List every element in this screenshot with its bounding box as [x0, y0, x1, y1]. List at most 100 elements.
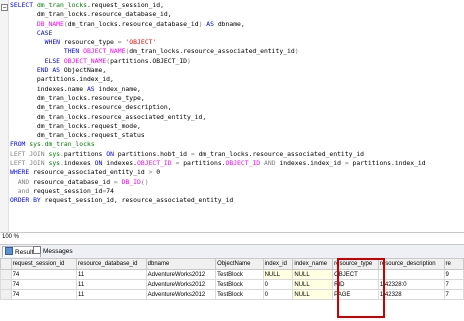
code-line[interactable]: dm_tran_locks.request_mode, [10, 122, 426, 131]
column-header[interactable]: resource_description [377, 258, 445, 270]
collapse-toggle-icon[interactable]: − [1, 4, 8, 11]
column-header[interactable]: resource_type [332, 258, 379, 270]
column-header[interactable]: re [443, 258, 464, 270]
splitter[interactable] [0, 232, 464, 233]
table-cell[interactable]: RID [332, 279, 379, 290]
code-token: partitions.index_id, [10, 75, 114, 84]
table-cell[interactable]: 11 [76, 289, 147, 300]
editor-gutter: − [0, 0, 9, 232]
code-line[interactable]: ELSE OBJECT_NAME(partitions.OBJECT_ID) [10, 57, 426, 66]
code-line[interactable]: ORDER BY request_session_id, resource_as… [10, 196, 426, 205]
table-cell[interactable]: 1:42328 [377, 289, 445, 300]
code-token: ELSE [10, 56, 64, 65]
table-cell[interactable]: TestBlock [215, 289, 264, 300]
table-cell[interactable]: 7 [443, 279, 464, 290]
code-token: dm_tran_locks.request_status [10, 131, 145, 140]
table-cell[interactable]: AdventureWorks2012 [145, 269, 217, 280]
code-token: partitions [63, 149, 107, 158]
grid-corner[interactable] [0, 258, 12, 270]
code-line[interactable]: and request_session_id=74 [10, 187, 426, 196]
code-line[interactable]: FROM sys.dm_tran_locks [10, 140, 426, 149]
table-cell[interactable]: AdventureWorks2012 [145, 279, 217, 290]
row-header[interactable] [0, 289, 12, 300]
table-row[interactable]: 74 11 AdventureWorks2012 TestBlock 0 NULL PAGE… [0, 289, 464, 300]
table-cell[interactable]: 7 [443, 289, 464, 300]
grid-header-row: request_session_id resource_database_id … [0, 258, 464, 270]
code-token: dm_tran_locks.resource_database_id [67, 19, 199, 28]
code-line[interactable]: END AS ObjectName, [10, 66, 426, 75]
column-header[interactable]: ObjectName [215, 258, 264, 270]
code-line[interactable]: partitions.index_id, [10, 75, 426, 84]
code-line[interactable]: WHERE resource_associated_entity_id > 0 [10, 168, 426, 177]
table-row[interactable]: 74 11 AdventureWorks2012 TestBlock NULL NULL O… [0, 269, 464, 280]
query-editor[interactable]: − SELECT dm_tran_locks.request_session_i… [0, 0, 464, 232]
code-line[interactable]: dm_tran_locks.resource_description, [10, 103, 426, 112]
table-cell[interactable]: NULL [292, 289, 334, 300]
code-line[interactable]: dm_tran_locks.resource_associated_entity… [10, 113, 426, 122]
code-token: OBJECT_NAME [83, 47, 126, 56]
code-token: = [190, 149, 199, 158]
code-line[interactable]: CASE [10, 29, 426, 38]
code-token: ) [294, 47, 299, 56]
code-line[interactable]: indexes.name AS index_name, [10, 85, 426, 94]
table-cell[interactable]: TestBlock [215, 279, 264, 290]
column-header[interactable]: dbname [145, 258, 217, 270]
code-line[interactable]: DB_NAME(dm_tran_locks.resource_database_… [10, 20, 426, 29]
table-cell[interactable]: 9 [443, 269, 464, 280]
code-token: () [140, 177, 149, 186]
table-cell[interactable]: AdventureWorks2012 [145, 289, 217, 300]
table-cell[interactable]: 74 [10, 289, 78, 300]
code-line[interactable]: LEFT JOIN sys.partitions ON partitions.h… [10, 150, 426, 159]
code-line[interactable]: dm_tran_locks.resource_type, [10, 94, 426, 103]
table-cell[interactable]: NULL [292, 269, 334, 280]
row-header[interactable] [0, 269, 12, 280]
code-token: ORDER BY [10, 196, 45, 205]
code-token: END AS [10, 66, 64, 75]
table-cell[interactable]: 0 [262, 279, 294, 290]
table-cell[interactable]: 74 [10, 279, 78, 290]
table-row[interactable]: 74 11 AdventureWorks2012 TestBlock 0 NULL RID 1… [0, 279, 464, 290]
table-cell[interactable]: 74 [10, 269, 78, 280]
column-header[interactable]: request_session_id [10, 258, 78, 270]
code-token: resource_database_id [33, 177, 114, 186]
code-token: OBJECT_ID [225, 159, 264, 168]
code-line[interactable]: LEFT JOIN sys.indexes ON indexes.OBJECT_… [10, 159, 426, 168]
code-line[interactable]: WHEN resource_type = 'OBJECT' [10, 38, 426, 47]
code-token: indexes.name [10, 84, 87, 93]
sql-code[interactable]: SELECT dm_tran_locks.request_session_id,… [10, 1, 426, 206]
code-token: 'OBJECT' [125, 38, 157, 47]
code-token: and [10, 186, 34, 195]
code-line[interactable]: THEN OBJECT_NAME(dm_tran_locks.resource_… [10, 47, 426, 56]
code-line[interactable]: dm_tran_locks.resource_database_id, [10, 10, 426, 19]
table-cell[interactable]: TestBlock [215, 269, 264, 280]
code-line[interactable]: dm_tran_locks.request_status [10, 131, 426, 140]
code-token: dm_tran_locks.resource_type, [10, 93, 145, 102]
code-token: OBJECT_ID [137, 159, 176, 168]
code-token: request_session_id, resource_associated_… [44, 196, 234, 205]
row-header[interactable] [0, 279, 12, 290]
table-cell[interactable]: NULL [292, 279, 334, 290]
code-token: 74 [106, 186, 114, 195]
column-header[interactable]: resource_database_id [76, 258, 147, 270]
column-header[interactable]: index_name [292, 258, 334, 270]
table-cell[interactable]: 11 [76, 279, 147, 290]
table-cell[interactable] [377, 269, 445, 280]
code-token: indexes [63, 159, 95, 168]
code-token: ) [187, 56, 191, 65]
code-line[interactable]: SELECT dm_tran_locks.request_session_id, [10, 1, 426, 10]
code-token: 0 [156, 168, 161, 177]
table-cell[interactable]: 0 [262, 289, 294, 300]
tab-messages[interactable]: Messages [31, 246, 76, 256]
table-cell[interactable]: PAGE [332, 289, 379, 300]
table-cell[interactable]: 1:42328:0 [377, 279, 445, 290]
column-header[interactable]: index_id [262, 258, 294, 270]
code-line[interactable]: AND resource_database_id = DB_ID() [10, 178, 426, 187]
zoom-level[interactable]: 100 % [2, 234, 19, 240]
table-cell[interactable]: 11 [76, 269, 147, 280]
results-grid[interactable]: request_session_id resource_database_id … [0, 258, 464, 300]
table-cell[interactable]: NULL [262, 269, 294, 280]
table-cell[interactable]: OBJECT [332, 269, 379, 280]
code-token: resource_associated_entity_id [33, 168, 149, 177]
code-token: indexes. [106, 159, 137, 168]
code-token: partitions.OBJECT_ID [110, 56, 188, 65]
